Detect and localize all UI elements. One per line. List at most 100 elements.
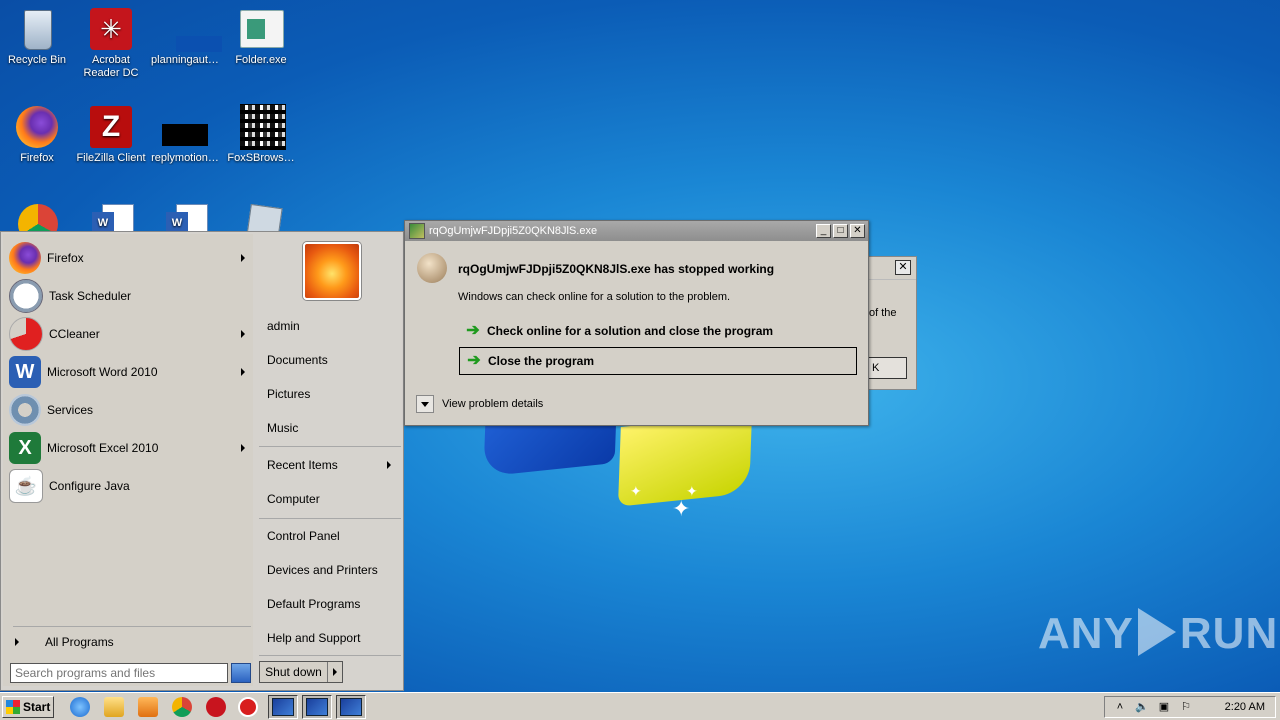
chevron-right-icon [241,330,245,338]
taskbar-task-button[interactable] [302,695,332,719]
black-file-icon [162,104,208,150]
all-programs-button[interactable]: All Programs [11,634,251,650]
chevron-down-icon[interactable] [416,395,434,413]
network-icon[interactable]: ▣ [1157,700,1171,714]
acrobat-icon: ✳ [88,6,134,52]
user-avatar[interactable] [303,242,361,300]
start-link-default-programs[interactable]: Default Programs [267,594,397,614]
start-item-firefox[interactable]: Firefox [9,240,251,276]
view-details-toggle[interactable]: View problem details [416,395,543,413]
start-link-pictures[interactable]: Pictures [267,384,397,404]
ccleaner-icon [9,317,43,351]
divider [259,518,401,519]
explorer-icon[interactable] [104,697,124,717]
dialog-heading: rqOgUmjwFJDpji5Z0QKN8JlS.exe has stopped… [458,262,775,276]
clock[interactable]: 2:20 AM [1225,701,1265,713]
minimize-icon[interactable]: _ [816,224,831,238]
stop-icon[interactable] [206,697,226,717]
start-item-ccleaner[interactable]: CCleaner [9,316,251,352]
desktop-icon-replymotion[interactable]: replymotion… [148,104,222,165]
start-link-help-support[interactable]: Help and Support [267,628,397,648]
error-dialog-titlebar: rqOgUmjwFJDpji5Z0QKN8JlS.exe _ □ ✕ [405,221,868,241]
chevron-right-icon [15,638,19,646]
clock-icon [9,279,43,313]
sparkle-icon: ✦ [672,496,691,521]
desktop-icon-folder-exe[interactable]: Folder.exe [224,6,298,67]
search-icon[interactable] [231,663,251,683]
shutdown-options-arrow[interactable] [328,662,342,682]
close-icon[interactable]: ✕ [895,260,911,275]
desktop-icon-acrobat[interactable]: ✳ Acrobat Reader DC [74,6,148,80]
gears-icon [9,394,41,426]
divider [259,655,401,656]
ie-icon[interactable] [70,697,90,717]
check-online-option[interactable]: ➔ Check online for a solution and close … [459,317,857,345]
word-icon: W [9,356,41,388]
qr-file-icon [238,104,286,150]
shutdown-button[interactable]: Shut down [259,661,343,683]
error-icon[interactable] [238,697,258,717]
close-program-option[interactable]: ➔ Close the program [459,347,857,375]
dialog-subtext: Windows can check online for a solution … [458,291,731,303]
start-item-excel[interactable]: X Microsoft Excel 2010 [9,430,251,466]
taskbar-task-button[interactable] [336,695,366,719]
windows-flag-icon [6,700,20,714]
desktop-icon-foxsbrows[interactable]: FoxSBrows… [224,104,298,165]
app-window-icon [272,698,294,716]
start-item-word[interactable]: W Microsoft Word 2010 [9,354,251,390]
desktop-icon-firefox[interactable]: Firefox [0,104,74,165]
dialog-title: rqOgUmjwFJDpji5Z0QKN8JlS.exe [429,225,598,237]
background-dialog-text: of the [869,307,897,319]
recycle-bin-icon [14,6,60,52]
chrome-icon[interactable] [172,697,192,717]
start-link-control-panel[interactable]: Control Panel [267,526,397,546]
firefox-icon [9,242,41,274]
start-link-computer[interactable]: Computer [267,489,397,509]
chevron-right-icon [387,461,391,469]
ok-button[interactable]: K [863,357,907,379]
start-link-music[interactable]: Music [267,418,397,438]
divider [259,446,401,447]
start-item-configure-java[interactable]: ☕ Configure Java [9,468,251,504]
start-item-task-scheduler[interactable]: Task Scheduler [9,278,251,314]
chevron-up-icon[interactable]: ˄ [1113,700,1127,714]
sparkle-icon: ✦ [630,483,642,499]
firefox-icon [14,104,60,150]
media-player-icon[interactable] [138,697,158,717]
taskbar: Start ˄ 🔈 ▣ ⚐ 2:20 AM [0,692,1280,720]
green-arrow-icon: ➔ [467,352,481,369]
chevron-right-icon [241,368,245,376]
maximize-icon[interactable]: □ [833,224,848,238]
start-link-devices-printers[interactable]: Devices and Printers [267,560,397,580]
close-icon[interactable]: ✕ [850,224,865,238]
start-item-services[interactable]: Services [9,392,251,428]
taskbar-task-button[interactable] [268,695,298,719]
flag-icon[interactable]: ⚐ [1179,700,1193,714]
start-link-recent-items[interactable]: Recent Items [267,455,397,475]
start-link-documents[interactable]: Documents [267,350,397,370]
desktop-icon-recycle-bin[interactable]: Recycle Bin [0,6,74,67]
anyrun-watermark: ANY RUN [1038,608,1279,658]
chevron-right-icon [241,444,245,452]
start-menu-places-pane: admin Documents Pictures Music Recent It… [255,234,401,686]
desktop-icon-filezilla[interactable]: Z FileZilla Client [74,104,148,165]
system-tray: ˄ 🔈 ▣ ⚐ 2:20 AM [1104,696,1276,718]
search-input[interactable] [10,663,228,683]
app-icon [409,223,425,239]
volume-icon[interactable]: 🔈 [1135,700,1149,714]
desktop-icon-planningaut[interactable]: planningaut… [148,6,222,67]
start-menu-programs-pane: Firefox Task Scheduler CCleaner W Micros… [3,234,253,686]
start-button[interactable]: Start [2,696,54,718]
green-arrow-icon: ➔ [466,322,480,339]
error-dialog: rqOgUmjwFJDpji5Z0QKN8JlS.exe _ □ ✕ rqOgU… [404,220,869,426]
app-window-icon [340,698,362,716]
java-icon: ☕ [9,469,43,503]
app-window-icon [306,698,328,716]
sparkle-icon: ✦ [686,483,698,499]
problem-icon [417,253,447,283]
play-icon [1137,608,1176,656]
start-menu: Firefox Task Scheduler CCleaner W Micros… [0,231,404,691]
start-link-user[interactable]: admin [267,316,397,336]
filezilla-icon: Z [88,104,134,150]
blank-file-icon [162,6,222,52]
